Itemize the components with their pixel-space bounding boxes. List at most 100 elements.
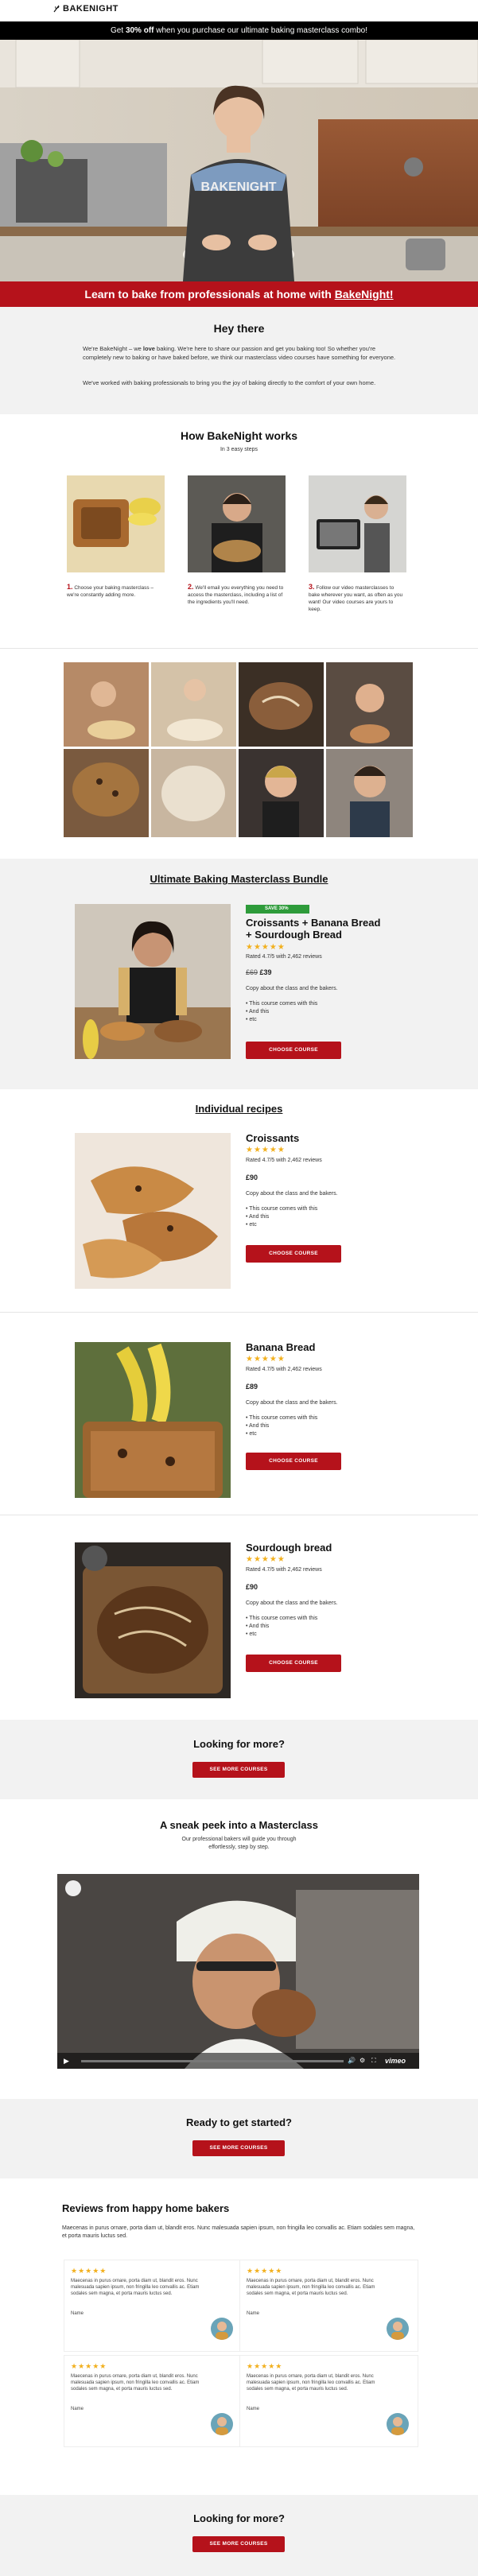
hero-banner: Learn to bake from professionals at home… — [0, 281, 478, 307]
croissants-image — [75, 1133, 231, 1289]
vimeo-logo[interactable]: vimeo — [385, 2055, 406, 2066]
review-card: ★★★★★ Maecenas in purus ornare, porta di… — [239, 2355, 418, 2447]
sourdough-rating: Rated 4.7/5 with 2,462 reviews — [246, 1567, 322, 1573]
step-1-text: Choose your baking masterclass – we're c… — [67, 585, 154, 598]
banner-link[interactable]: BakeNight! — [335, 288, 394, 301]
review-stars: ★★★★★ — [247, 2267, 283, 2275]
intro-paragraph-2: We've worked with baking professionals t… — [83, 379, 376, 386]
bundle-price: £69 £39 — [246, 968, 272, 976]
video-frame — [57, 1874, 419, 2069]
step-1-image — [67, 475, 165, 572]
review-name: Name — [247, 2407, 260, 2411]
step-2-image — [188, 475, 286, 572]
ready-see-more-courses-button[interactable]: SEE MORE COURSES — [192, 2140, 285, 2156]
review-card: ★★★★★ Maecenas in purus ornare, porta di… — [239, 2260, 418, 2352]
bundle-image — [75, 904, 231, 1059]
banana-bread-price: £89 — [246, 1383, 258, 1391]
wheat-logo-icon — [53, 5, 60, 13]
review-name: Name — [71, 2407, 84, 2411]
croissants-bullet: etc — [246, 1221, 317, 1229]
croissants-stars: ★★★★★ — [246, 1146, 286, 1154]
hero-image: BAKENIGHT — [0, 40, 478, 281]
sourdough-title: Sourdough bread — [246, 1542, 332, 1554]
play-icon[interactable]: ▶ — [64, 2056, 75, 2066]
croissants-title: Croissants — [246, 1132, 300, 1144]
peek-subtitle-line-2: effortlessly, step by step. — [208, 1845, 270, 1850]
avatar — [211, 2413, 233, 2435]
banana-bread-bullets: This course comes with this And this etc — [246, 1414, 317, 1438]
sourdough-bullet: And this — [246, 1623, 317, 1631]
reviews-title: Reviews from happy home bakers — [62, 2202, 230, 2214]
avatar — [211, 2318, 233, 2340]
review-stars: ★★★★★ — [71, 2267, 107, 2275]
peek-subtitle-line-1: Our professional bakers will guide you t… — [181, 1837, 297, 1842]
bundle-stars: ★★★★★ — [246, 943, 286, 952]
individual-heading: Individual recipes — [195, 1103, 283, 1115]
sourdough-price: £90 — [246, 1583, 258, 1591]
video-player[interactable]: ▶ 🔊 ⚙ ⛶ vimeo — [57, 1874, 419, 2069]
fullscreen-icon[interactable]: ⛶ — [371, 2056, 381, 2066]
ready-title: Ready to get started? — [186, 2116, 292, 2128]
sourdough-description: Copy about the class and the bakers. — [246, 1600, 338, 1606]
intro-paragraph-1: We're BakeNight – we love baking. We're … — [83, 345, 396, 361]
more-courses-footer-section — [0, 2495, 478, 2576]
bundle-badge: SAVE 30% — [246, 905, 309, 914]
bundle-section — [0, 859, 478, 1089]
how-subtitle: In 3 easy steps — [220, 447, 258, 452]
croissants-choose-course-button[interactable]: CHOOSE COURSE — [246, 1245, 341, 1263]
review-text: Maecenas in purus ornare, porta diam ut,… — [247, 2279, 375, 2296]
section-divider — [0, 1312, 478, 1313]
sourdough-image — [75, 1542, 231, 1698]
ready-section — [0, 2099, 478, 2178]
bundle-bullets: This course comes with this And this etc — [246, 1000, 317, 1024]
brand-name: BAKENIGHT — [63, 4, 119, 14]
banana-bread-choose-course-button[interactable]: CHOOSE COURSE — [246, 1453, 341, 1470]
step-3-image — [309, 475, 406, 572]
step-3-number: 3. — [309, 583, 315, 591]
video-progress-bar[interactable] — [81, 2060, 344, 2062]
bundle-bullet: etc — [246, 1016, 317, 1024]
review-card: ★★★★★ Maecenas in purus ornare, porta di… — [64, 2355, 243, 2447]
bundle-heading: Ultimate Baking Masterclass Bundle — [150, 873, 328, 885]
promo-prefix: Get — [111, 26, 126, 35]
review-text: Maecenas in purus ornare, porta diam ut,… — [247, 2374, 375, 2392]
see-more-courses-button[interactable]: SEE MORE COURSES — [192, 1762, 285, 1778]
footer-see-more-courses-button[interactable]: SEE MORE COURSES — [192, 2536, 285, 2552]
review-stars: ★★★★★ — [71, 2362, 107, 2370]
review-stars: ★★★★★ — [247, 2362, 283, 2370]
peek-title: A sneak peek into a Masterclass — [160, 1819, 318, 1831]
more-title-footer: Looking for more? — [193, 2512, 285, 2524]
settings-icon[interactable]: ⚙ — [359, 2056, 369, 2066]
bundle-new-price: £39 — [259, 968, 272, 976]
bundle-choose-course-button[interactable]: CHOOSE COURSE — [246, 1042, 341, 1059]
croissants-bullets: This course comes with this And this etc — [246, 1205, 317, 1229]
sourdough-bullet: This course comes with this — [246, 1615, 317, 1623]
how-title: How BakeNight works — [180, 429, 298, 442]
avatar — [387, 2413, 409, 2435]
step-3: 3. Follow our video masterclasses to bak… — [309, 584, 406, 613]
sourdough-stars: ★★★★★ — [246, 1555, 286, 1564]
intro-title: Hey there — [213, 322, 265, 335]
brand-logo[interactable]: BAKENIGHT — [52, 3, 119, 14]
croissants-description: Copy about the class and the bakers. — [246, 1191, 338, 1197]
banana-bread-description: Copy about the class and the bakers. — [246, 1400, 338, 1406]
croissants-bullet: And this — [246, 1213, 317, 1221]
step-3-text: Follow our video masterclasses to bake w… — [309, 585, 403, 612]
review-name: Name — [247, 2311, 260, 2316]
banana-bread-rating: Rated 4.7/5 with 2,462 reviews — [246, 1367, 322, 1372]
review-card: ★★★★★ Maecenas in purus ornare, porta di… — [64, 2260, 243, 2352]
bundle-title-line-1: Croissants + Banana Bread — [246, 917, 381, 929]
step-2: 2. We'll email you everything you need t… — [188, 584, 286, 606]
sourdough-choose-course-button[interactable]: CHOOSE COURSE — [246, 1655, 341, 1672]
volume-icon[interactable]: 🔊 — [348, 2056, 357, 2066]
more-courses-section — [0, 1720, 478, 1799]
banana-bread-bullet: And this — [246, 1422, 317, 1430]
croissants-bullet: This course comes with this — [246, 1205, 317, 1213]
review-text: Maecenas in purus ornare, porta diam ut,… — [71, 2374, 200, 2392]
reviews-intro: Maecenas in purus ornare, porta diam ut,… — [62, 2225, 415, 2239]
more-title: Looking for more? — [193, 1738, 285, 1750]
review-text: Maecenas in purus ornare, porta diam ut,… — [71, 2279, 200, 2296]
banana-bread-bullet: etc — [246, 1430, 317, 1438]
banana-bread-stars: ★★★★★ — [246, 1355, 286, 1364]
photo-grid — [64, 662, 413, 837]
